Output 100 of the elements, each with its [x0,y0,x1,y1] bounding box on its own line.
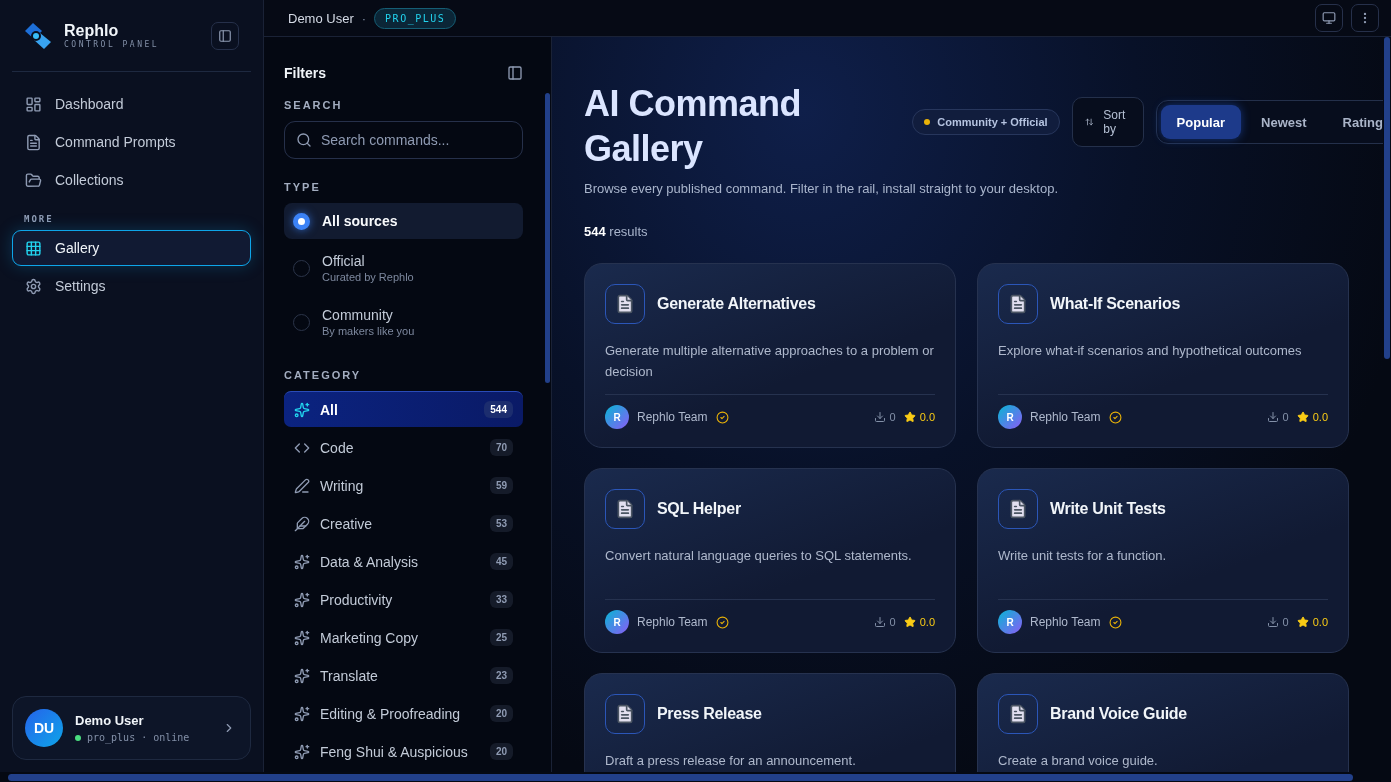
category-label: Feng Shui & Auspicious [320,743,469,760]
type-option[interactable]: All sources [284,203,523,239]
document-icon [25,133,42,151]
nav-item[interactable]: Gallery [12,230,251,266]
sparkles-icon [294,553,310,570]
user-card[interactable]: DU Demo User pro_plus · online [12,696,251,760]
user-name: Demo User [75,713,145,728]
nav-item[interactable]: Dashboard [12,86,251,122]
command-card[interactable]: Brand Voice Guide Create a brand voice guide. [977,673,1349,772]
sort-tab[interactable]: Rating [1326,105,1383,139]
category-label: Writing [320,477,365,494]
section-label: TYPE [284,181,322,193]
page-subtitle: Browse every published command. Filter in the rail, install straight to your desktop. [584,181,1059,196]
document-icon [998,489,1038,529]
document-icon [998,284,1038,324]
download-count: 0 [1266,411,1289,423]
card-title: Write Unit Tests [1050,500,1166,518]
option-description: Curated by Rephlo [322,271,414,283]
card-description: Generate multiple alternative approaches to a problem or decision [605,342,935,381]
section-label: CATEGORY [284,369,363,381]
category-count: 33 [489,591,513,608]
monitor-button[interactable] [1315,4,1343,32]
brand-subtitle: CONTROL PANEL [64,40,161,49]
sparkles-icon [294,667,310,684]
category-item[interactable]: All 544 [284,391,523,427]
rating: 0.0 [1296,411,1328,423]
command-card[interactable]: Write Unit Tests Write unit tests for a function. R Rephlo Team 0 0.0 [977,468,1349,653]
document-icon [605,284,645,324]
card-description: Convert natural language queries to SQL statements. [605,547,913,565]
download-count: 0 [873,616,896,628]
monitor-icon [1322,11,1336,25]
dashboard-icon [25,95,42,113]
author-name: Rephlo Team [1030,615,1101,629]
category-item[interactable]: Code 70 [284,429,523,465]
category-item[interactable]: Marketing Copy 25 [284,619,523,655]
author-avatar: R [998,405,1022,429]
command-card[interactable]: SQL Helper Convert natural language queries to SQL statements. R Rephlo Team 0 0.0 [584,468,956,653]
settings-icon [25,277,42,295]
sparkles-icon [294,705,310,722]
author-name: Rephlo Team [637,410,708,424]
author-name: Rephlo Team [1030,410,1101,424]
category-item[interactable]: Creative 53 [284,505,523,541]
search-field[interactable]: Search commands... [284,121,523,159]
command-card[interactable]: Generate Alternatives Generate multiple alternative approaches to a problem or decision R Rephlo Team 0 0.0 [584,263,956,448]
category-item[interactable]: Writing 59 [284,467,523,503]
rating: 0.0 [903,616,935,628]
category-item[interactable]: Data & Analysis 45 [284,543,523,579]
category-label: Translate [320,667,379,684]
category-label: Creative [320,515,374,532]
document-icon [605,489,645,529]
user-status: pro_plus · online [75,732,210,743]
command-card[interactable]: What-If Scenarios Explore what-if scenarios and hypothetical outcomes R Rephlo Team 0 0.0 [977,263,1349,448]
category-label: Editing & Proofreading [320,705,462,722]
category-count: 25 [489,629,513,646]
command-card[interactable]: Press Release Draft a press release for an announcement. [584,673,956,772]
sort-tab[interactable]: Newest [1245,105,1323,139]
nav-item[interactable]: Settings [12,268,251,304]
card-description: Draft a press release for an announcement. [605,752,857,770]
author-avatar: R [605,610,629,634]
sort-tab[interactable]: Popular [1160,105,1241,139]
rating: 0.0 [1296,616,1328,628]
source-badge: Community + Official [912,109,1060,135]
category-label: Code [320,439,355,456]
nav-item[interactable]: Command Prompts [12,124,251,160]
feather-icon [294,515,310,532]
sparkles-icon [294,401,310,418]
type-option[interactable]: Official Curated by Rephlo [284,243,523,293]
card-title: SQL Helper [657,500,741,518]
category-item[interactable]: Editing & Proofreading 20 [284,695,523,731]
category-item[interactable]: Feng Shui & Auspicious 20 [284,733,523,769]
nav-item[interactable]: Collections [12,162,251,198]
author-name: Rephlo Team [637,615,708,629]
category-count: 70 [489,439,513,456]
card-title: Press Release [657,705,762,723]
category-label: Productivity [320,591,394,608]
category-label: All [320,401,339,418]
card-description: Create a brand voice guide. [998,752,1159,770]
type-option[interactable]: Community By makers like you [284,297,523,347]
option-label: Community [322,307,394,323]
sort-button[interactable]: Sort by [1071,97,1144,147]
grid-icon [25,239,42,257]
card-title: What-If Scenarios [1050,295,1181,313]
category-item[interactable]: Productivity 33 [284,581,523,617]
option-description: By makers like you [322,325,415,337]
pen-icon [294,477,310,494]
folder-icon [25,171,42,189]
card-description: Write unit tests for a function. [998,547,1168,565]
document-icon [998,694,1038,734]
search-icon [296,132,312,148]
section-label: SEARCH [284,99,344,111]
option-label: All sources [322,213,398,229]
logo-icon [24,21,52,50]
panel-icon [218,28,232,43]
option-label: Official [322,253,366,269]
card-title: Generate Alternatives [657,295,816,313]
panel-toggle-icon[interactable] [507,65,523,81]
category-item[interactable]: Translate 23 [284,657,523,693]
header-user: Demo User [288,10,354,26]
category-label: Marketing Copy [320,629,420,646]
sidebar-toggle-button[interactable] [211,21,239,50]
